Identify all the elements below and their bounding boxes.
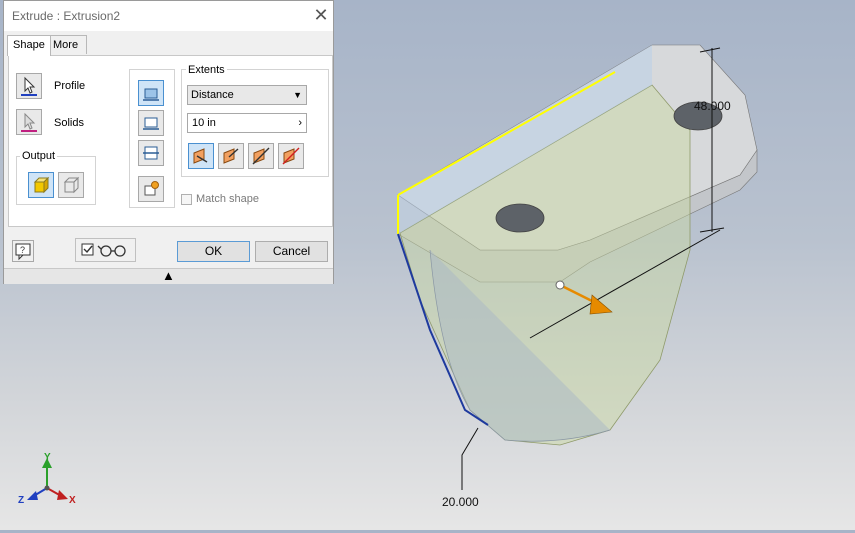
profile-label: Profile (54, 80, 86, 92)
svg-text:?: ? (20, 245, 25, 255)
cursor-arrow-icon (21, 76, 37, 96)
extrude-direction-icon (143, 88, 159, 101)
extrude-asymmetric-icon (144, 181, 159, 196)
extent-symmetric-button[interactable] (248, 143, 274, 169)
chevron-down-icon: ▼ (293, 90, 302, 100)
dimension-label-48[interactable]: 48.000 (694, 99, 731, 113)
expand-triangle-icon[interactable]: ▲ (162, 269, 175, 283)
solids-cursor-icon (21, 112, 37, 132)
dialog-title: Extrude : Extrusion2 (12, 9, 121, 23)
extrude-flipped-icon (143, 117, 159, 130)
output-solid-button[interactable] (28, 172, 54, 198)
extents-type-select[interactable]: Distance ▼ (187, 85, 307, 105)
axis-triad (27, 458, 68, 500)
solid-cube-icon (33, 176, 50, 194)
direction-symmetric-button[interactable] (138, 140, 164, 166)
extent-dir-1-icon (193, 148, 208, 164)
direction-asymmetric-button[interactable] (138, 176, 164, 202)
extrude-dialog: Extrude : Extrusion2 ✕ Shape More Profil… (3, 0, 334, 284)
hole-front (495, 203, 545, 233)
chevron-right-icon[interactable]: › (298, 114, 302, 132)
dimension-label-20[interactable]: 20.000 (442, 495, 479, 509)
match-shape-checkbox[interactable] (181, 194, 192, 205)
extent-direction-2-button[interactable] (218, 143, 244, 169)
surface-cube-icon (63, 176, 80, 194)
extent-dir-2-icon (223, 148, 239, 164)
match-shape-label: Match shape (196, 193, 259, 205)
extrude-symmetric-icon (143, 146, 159, 160)
dialog-titlebar[interactable]: Extrude : Extrusion2 ✕ (4, 1, 333, 31)
distance-value: 10 in (192, 117, 216, 129)
direction-flipped-button[interactable] (138, 110, 164, 136)
extent-asymmetric-button[interactable] (278, 143, 304, 169)
preview-toggle-button[interactable] (75, 238, 136, 262)
shape-panel: Profile Solids Output Extents Distance ▼… (8, 55, 333, 227)
tab-more[interactable]: More (47, 35, 87, 54)
output-surface-button[interactable] (58, 172, 84, 198)
extent-sym-icon (252, 147, 270, 165)
axis-z-label: Z (18, 495, 25, 506)
direction-default-button[interactable] (138, 80, 164, 106)
extent-direction-1-button[interactable] (188, 143, 214, 169)
preview-glasses-icon (81, 243, 126, 257)
ok-button[interactable]: OK (177, 241, 250, 262)
axis-x-label: X (69, 495, 76, 506)
output-label: Output (20, 150, 58, 162)
help-icon: ? (15, 243, 31, 261)
dimension-leader-bottom (461, 427, 479, 490)
dialog-expand-bar[interactable]: ▲ (4, 268, 333, 284)
solids-select-button[interactable] (16, 109, 42, 135)
cancel-button[interactable]: Cancel (255, 241, 328, 262)
extent-asym-icon (282, 147, 300, 165)
solids-label: Solids (54, 117, 84, 129)
axis-y-label: Y (44, 452, 51, 463)
distance-input[interactable]: 10 in › (187, 113, 307, 133)
arrow-origin-handle[interactable] (555, 280, 565, 290)
profile-select-button[interactable] (16, 73, 42, 99)
tab-shape[interactable]: Shape (7, 35, 51, 56)
help-button[interactable]: ? (12, 240, 34, 262)
extents-label: Extents (186, 64, 227, 76)
extents-type-value: Distance (191, 89, 234, 101)
close-icon[interactable]: ✕ (311, 5, 331, 25)
